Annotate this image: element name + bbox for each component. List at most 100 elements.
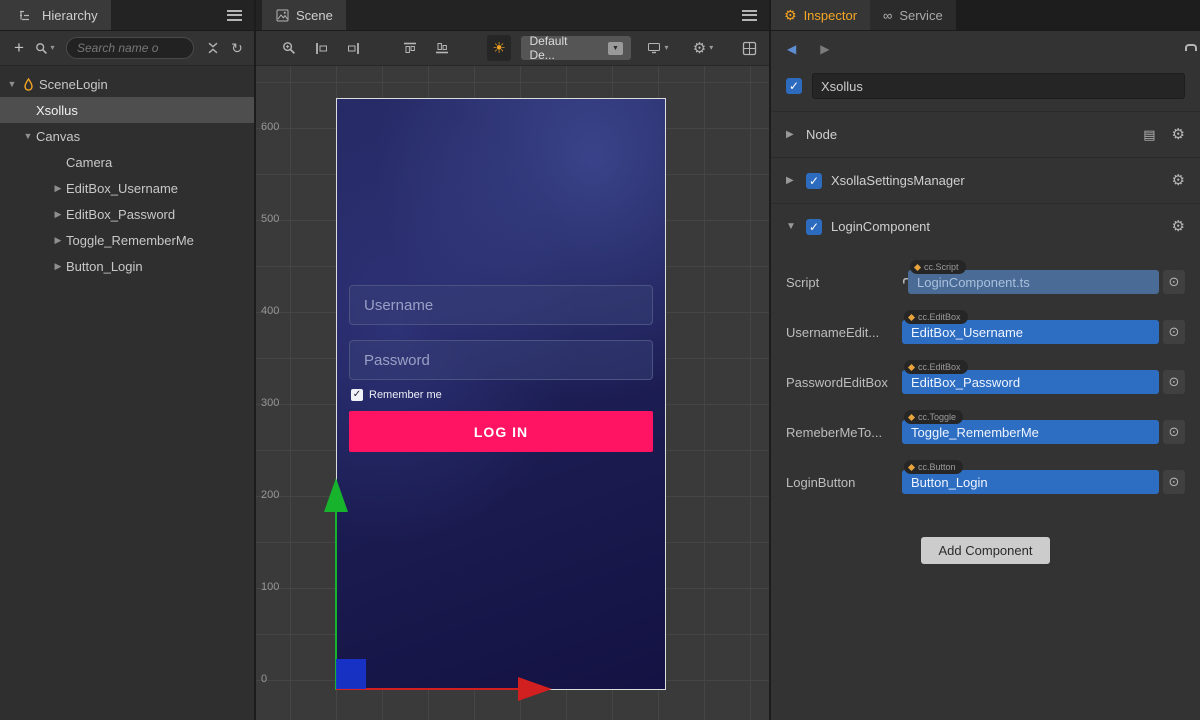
- username-placeholder: Username: [364, 297, 433, 314]
- property-row-login-button: LoginButton cc.Button Button_Login ⊙: [771, 457, 1200, 507]
- tree-item-label: Toggle_RememberMe: [66, 233, 194, 248]
- tree-item-xsollus[interactable]: Xsollus: [0, 97, 254, 123]
- paste-component-icon[interactable]: ▤: [1143, 128, 1155, 141]
- game-canvas-preview[interactable]: Username Password ✓ Remember me LOG IN: [336, 98, 666, 690]
- type-tag: cc.Script: [910, 260, 966, 274]
- login-button-preview[interactable]: LOG IN: [349, 411, 653, 452]
- inspector-tabbar: ⚙ Inspector ∞ Service: [771, 0, 1200, 31]
- component-enabled-checkbox[interactable]: ✓: [806, 173, 822, 189]
- select-node-button[interactable]: ⊙: [1163, 320, 1185, 344]
- view-mode-dropdown[interactable]: ▾: [641, 37, 675, 59]
- tree-item-label: EditBox_Username: [66, 181, 178, 196]
- asset-dot-icon: [908, 363, 915, 370]
- tab-hierarchy[interactable]: Hierarchy: [0, 0, 111, 30]
- chevron-down-icon: ▾: [709, 44, 713, 52]
- section-login-component[interactable]: ▼ ✓ LoginComponent ⚙: [771, 203, 1200, 249]
- gear-icon[interactable]: ⚙: [1172, 219, 1185, 234]
- select-node-button[interactable]: ⊙: [1163, 470, 1185, 494]
- refresh-icon[interactable]: ↻: [226, 37, 248, 59]
- align-bottom-icon[interactable]: [431, 37, 453, 59]
- node-active-checkbox[interactable]: ✓: [786, 78, 802, 94]
- remember-me-toggle-preview[interactable]: ✓ Remember me: [351, 389, 442, 401]
- chevron-right-icon[interactable]: ▶: [50, 235, 66, 246]
- add-node-button[interactable]: +: [8, 37, 30, 59]
- login-component-properties: Script cc.Script LoginComponent.ts ⊙ Use…: [771, 249, 1200, 507]
- gizmo-origin-handle[interactable]: [336, 659, 366, 689]
- scene-viewport[interactable]: 600 500 400 300 200 100 0 Username Passw…: [256, 66, 769, 720]
- component-enabled-checkbox[interactable]: ✓: [806, 219, 822, 235]
- username-editbox-preview[interactable]: Username: [349, 285, 653, 325]
- chevron-down-icon[interactable]: ▼: [786, 221, 797, 232]
- remember-me-label: Remember me: [369, 389, 442, 401]
- service-icon: ∞: [883, 9, 892, 22]
- tree-item-scene[interactable]: ▼ SceneLogin: [0, 71, 254, 97]
- add-component-row: Add Component: [771, 537, 1200, 564]
- scene-tab-label: Scene: [296, 8, 333, 23]
- section-node[interactable]: ▶ Node ▤ ⚙: [771, 111, 1200, 157]
- section-xsolla-settings-manager[interactable]: ▶ ✓ XsollaSettingsManager ⚙: [771, 157, 1200, 203]
- tree-item-canvas[interactable]: ▼ Canvas: [0, 123, 254, 149]
- gear-icon[interactable]: ⚙: [1172, 127, 1185, 142]
- search-filter-icon[interactable]: ▾: [32, 37, 58, 59]
- service-tab-label: Service: [899, 8, 942, 23]
- tree-item-button-login[interactable]: ▶ Button_Login: [0, 253, 254, 279]
- zoom-icon[interactable]: [278, 37, 300, 59]
- collapse-all-icon[interactable]: [202, 37, 224, 59]
- scene-settings-dropdown[interactable]: ⚙▾: [685, 37, 721, 59]
- tab-service[interactable]: ∞ Service: [870, 0, 956, 30]
- section-login-label: LoginComponent: [831, 219, 1163, 234]
- scene-asset-icon: [20, 78, 36, 91]
- hierarchy-tabbar: Hierarchy: [0, 0, 254, 31]
- gear-icon[interactable]: ⚙: [1172, 173, 1185, 188]
- gizmo-y-arrow-icon[interactable]: [324, 478, 348, 512]
- chevron-right-icon[interactable]: ▶: [786, 175, 797, 186]
- tree-item-camera[interactable]: Camera: [0, 149, 254, 175]
- chevron-right-icon[interactable]: ▶: [50, 209, 66, 220]
- property-row-username-editbox: UsernameEdit... cc.EditBox EditBox_Usern…: [771, 307, 1200, 357]
- section-settings-label: XsollaSettingsManager: [831, 173, 1163, 188]
- password-editbox-preview[interactable]: Password: [349, 340, 653, 380]
- ruler-label: 600: [261, 121, 279, 133]
- add-component-button[interactable]: Add Component: [921, 537, 1051, 564]
- tab-inspector[interactable]: ⚙ Inspector: [771, 0, 870, 30]
- password-placeholder: Password: [364, 352, 430, 369]
- chevron-down-icon[interactable]: ▼: [4, 79, 20, 89]
- align-left-edge-icon[interactable]: [310, 37, 332, 59]
- scene-tabbar: Scene: [256, 0, 769, 31]
- asset-dot-icon: [908, 313, 915, 320]
- scene-image-icon: [275, 4, 289, 26]
- select-node-button[interactable]: ⊙: [1163, 370, 1185, 394]
- asset-dot-icon: [908, 463, 915, 470]
- chevron-down-icon[interactable]: ▼: [20, 131, 36, 141]
- node-name-input[interactable]: [812, 73, 1185, 99]
- layout-grid-icon[interactable]: [739, 37, 761, 59]
- chevron-right-icon[interactable]: ▶: [50, 183, 66, 194]
- tree-item-editbox-password[interactable]: ▶ EditBox_Password: [0, 201, 254, 227]
- section-node-label: Node: [806, 127, 1134, 142]
- tree-item-label: Button_Login: [66, 259, 143, 274]
- search-input[interactable]: [66, 37, 194, 59]
- checkbox-checked-icon[interactable]: ✓: [351, 389, 363, 401]
- gizmo-settings-button[interactable]: ☀: [487, 35, 512, 61]
- chevron-right-icon[interactable]: ▶: [50, 261, 66, 272]
- property-label: LoginButton: [786, 475, 902, 490]
- gear-icon: ⚙: [784, 8, 797, 22]
- asset-dot-icon: [914, 263, 921, 270]
- chevron-down-icon: ▾: [664, 44, 668, 52]
- display-mode-dropdown[interactable]: Default De... ▼: [521, 36, 631, 60]
- align-right-edge-icon[interactable]: [342, 37, 364, 59]
- nav-forward-icon[interactable]: ▶: [820, 43, 829, 55]
- tree-item-toggle-rememberme[interactable]: ▶ Toggle_RememberMe: [0, 227, 254, 253]
- property-row-rememberme-toggle: RemeberMeTo... cc.Toggle Toggle_Remember…: [771, 407, 1200, 457]
- tree-item-editbox-username[interactable]: ▶ EditBox_Username: [0, 175, 254, 201]
- scene-menu-icon[interactable]: [742, 10, 757, 21]
- gizmo-x-arrow-icon[interactable]: [518, 677, 552, 701]
- chevron-right-icon[interactable]: ▶: [786, 129, 797, 140]
- nav-back-icon[interactable]: ◀: [787, 43, 796, 55]
- select-node-button[interactable]: ⊙: [1163, 420, 1185, 444]
- select-asset-button[interactable]: ⊙: [1163, 270, 1185, 294]
- type-tag: cc.Button: [904, 460, 963, 474]
- hierarchy-menu-icon[interactable]: [227, 10, 242, 21]
- align-top-icon[interactable]: [399, 37, 421, 59]
- tab-scene[interactable]: Scene: [262, 0, 346, 30]
